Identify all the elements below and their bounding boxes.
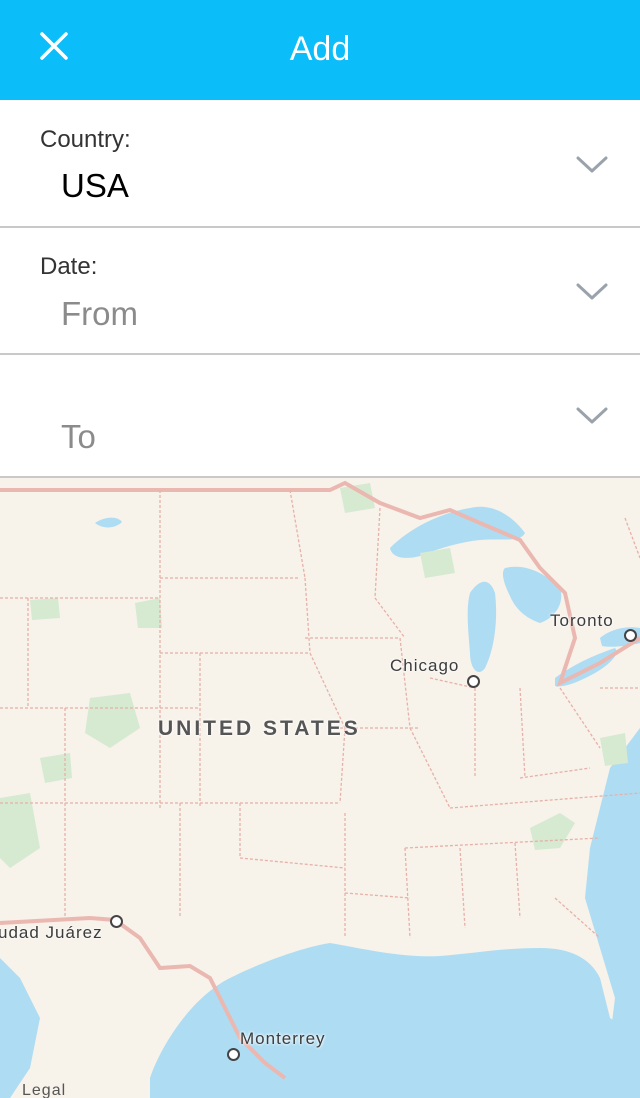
- park-area: [420, 548, 455, 578]
- park-area: [30, 598, 60, 620]
- country-value: USA: [61, 167, 129, 204]
- chevron-down-icon: [576, 156, 608, 173]
- chevron-down-icon: [576, 407, 608, 424]
- date-to-select[interactable]: To: [0, 355, 640, 478]
- date-from-select[interactable]: Date: From: [0, 228, 640, 355]
- city-marker-juarez[interactable]: [110, 915, 123, 928]
- country-select[interactable]: Country: USA: [0, 100, 640, 228]
- park-area: [0, 793, 40, 868]
- park-area: [40, 753, 72, 783]
- country-label: Country:: [40, 126, 131, 153]
- page-title: Add: [289, 30, 351, 68]
- city-label-chicago: Chicago: [390, 656, 460, 675]
- pacific-ocean: [0, 958, 40, 1098]
- park-area: [600, 733, 628, 766]
- map-view[interactable]: UNITED STATES Chicago Toronto udad Juáre…: [0, 478, 640, 1098]
- city-marker-chicago[interactable]: [467, 675, 480, 688]
- legal-link[interactable]: Legal: [22, 1082, 66, 1098]
- park-area: [85, 693, 140, 748]
- chevron-down-icon: [576, 283, 608, 300]
- city-label-juarez: udad Juárez: [0, 923, 103, 942]
- small-lake: [95, 517, 122, 528]
- country-map-label: UNITED STATES: [158, 717, 361, 740]
- city-label-toronto: Toronto: [550, 611, 614, 630]
- map-graphic: [0, 480, 640, 1098]
- city-label-monterrey: Monterrey: [240, 1029, 326, 1048]
- date-label: Date:: [40, 253, 98, 280]
- gulf-of-mexico: [150, 943, 640, 1098]
- lake-michigan: [467, 581, 497, 673]
- date-to-placeholder: To: [61, 418, 96, 455]
- park-area: [530, 813, 575, 850]
- date-from-placeholder: From: [61, 295, 138, 332]
- city-marker-monterrey[interactable]: [227, 1048, 240, 1061]
- city-marker-toronto[interactable]: [624, 629, 637, 642]
- park-area: [135, 598, 162, 628]
- nav-header: Add: [0, 0, 640, 100]
